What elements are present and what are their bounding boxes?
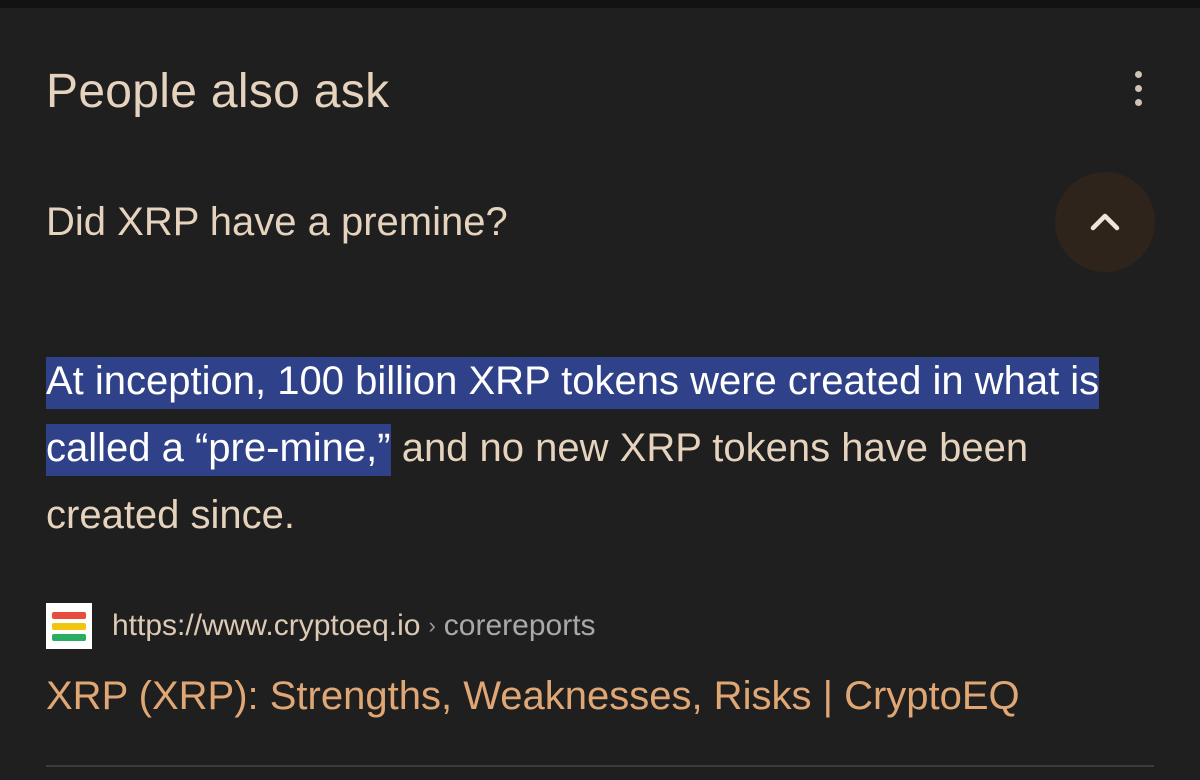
source-line[interactable]: https://www.cryptoeq.io › corereports (46, 602, 596, 650)
favicon-bar-yellow (52, 622, 86, 630)
answer-text: At inception, 100 billion XRP tokens wer… (46, 348, 1146, 549)
question-row[interactable]: Did XRP have a premine? (0, 168, 1200, 278)
source-url: https://www.cryptoeq.io (112, 609, 421, 642)
cryptoeq-logo-icon (46, 603, 92, 649)
divider (46, 765, 1154, 767)
question-text: Did XRP have a premine? (46, 200, 508, 244)
more-options-icon[interactable] (1122, 68, 1154, 108)
collapse-button[interactable] (1055, 172, 1155, 272)
menu-dot (1134, 84, 1142, 92)
result-title-link[interactable]: XRP (XRP): Strengths, Weaknesses, Risks … (46, 670, 1020, 722)
favicon-bar-green (52, 633, 86, 641)
top-edge-strip (0, 0, 1200, 8)
favicon-bar-red (52, 611, 86, 619)
chevron-up-icon (1090, 213, 1120, 231)
source-path: corereports (443, 609, 596, 642)
menu-dot (1134, 70, 1142, 78)
breadcrumb-separator: › (428, 613, 436, 638)
menu-dot (1134, 98, 1142, 106)
section-heading: People also ask (46, 65, 390, 118)
